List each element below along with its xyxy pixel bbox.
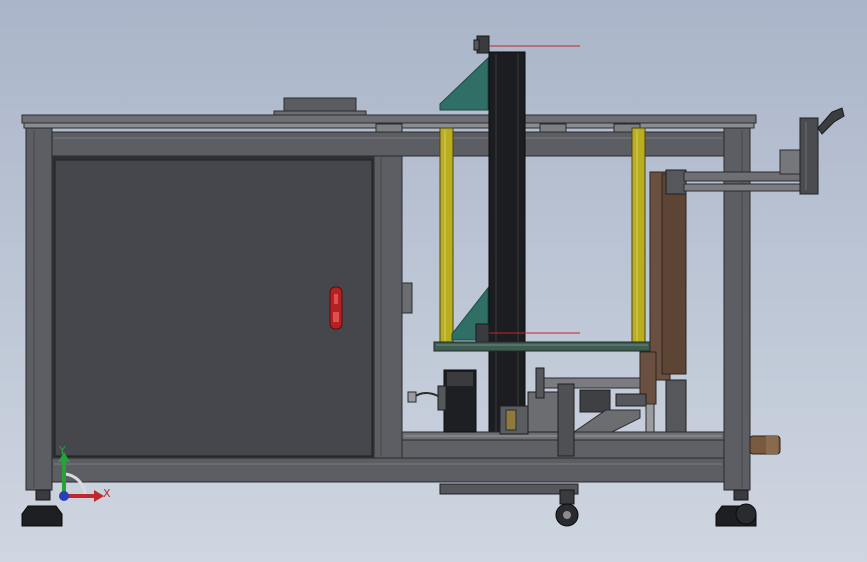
cad-drawing: Y X [21,35,845,527]
guide-rod-right [631,127,646,347]
cabinet-handle-highlight-2 [333,312,339,322]
left-leveling-foot [21,505,63,527]
horizontal-arm-lower [683,183,801,192]
servo-connector [437,385,447,411]
upper-gusset [439,56,489,111]
limit-switch [535,367,545,399]
top-clamp-left [375,123,403,133]
feet-and-casters [21,483,757,527]
caster-fork [559,489,575,505]
right-end-cap-face [766,436,778,454]
cabinet [52,156,413,458]
drive-housing [527,391,563,433]
lift-platform [433,341,651,352]
lower-beam [51,457,725,483]
top-control-box [283,97,357,113]
linkage-arm [572,409,641,433]
cabinet-handle-highlight [334,294,338,304]
coupling [505,409,517,431]
column-body [488,51,526,448]
guide-rod-left [439,127,454,347]
hinge-block [401,282,413,314]
upper-bracket-tab [473,39,480,51]
cabinet-door-handle [329,286,343,330]
lower-side-block [665,379,687,433]
top-control-box-base [273,110,367,116]
handwheel-bracket [779,149,803,175]
actuator-block [579,389,611,413]
wood-side-plate-face [661,173,687,375]
arm-mount-block [665,169,687,195]
servo-motor-cap [447,372,473,386]
top-clamp-mid [539,123,567,133]
lower-carriage [433,286,651,352]
triad-y-label: Y [58,444,66,457]
lower-bracket-block [475,323,490,343]
slide-carriage [615,393,647,407]
under-base-bracket [439,483,579,495]
triad-z-axis [59,491,69,501]
support-rod [645,403,655,433]
upper-beam [51,131,725,157]
center-caster-hub [563,511,571,519]
middle-post [373,155,403,459]
cable-plug [407,391,417,403]
left-post [25,127,53,491]
vertical-slider [557,383,575,457]
slide-rail [539,377,641,389]
lifting-column [488,51,526,448]
triad-x-label: X [103,487,111,500]
right-post [723,127,751,491]
right-caster-wheel [735,503,757,525]
left-foot-stem [35,489,51,501]
cabinet-door [54,159,373,457]
cad-viewport[interactable]: Y X [0,0,867,562]
handwheel-crank [817,107,845,135]
handwheel [799,117,819,195]
frame-top-plate [21,114,757,124]
right-foot-stem [733,489,749,501]
